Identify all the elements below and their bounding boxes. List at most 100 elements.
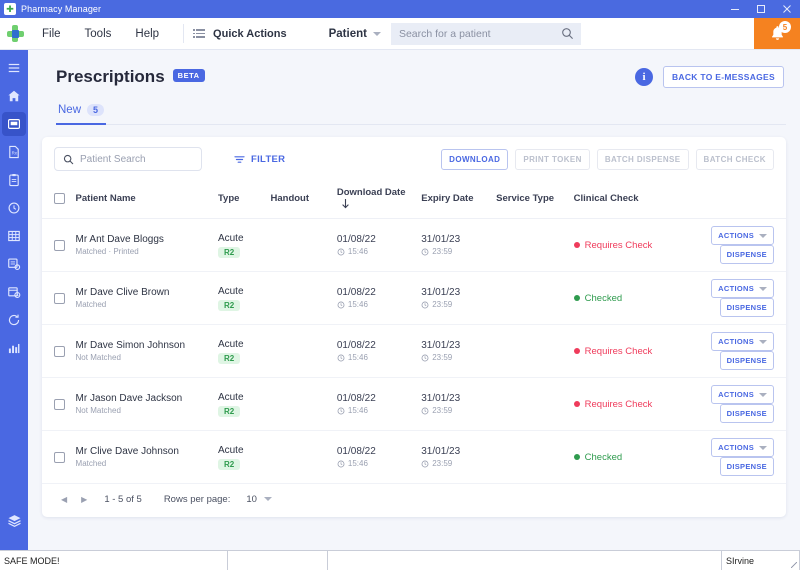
tab-new[interactable]: New 5 (56, 98, 107, 125)
notification-badge: 5 (779, 21, 791, 33)
row-select-cell (42, 218, 72, 272)
table-body: Mr Ant Dave Bloggs Matched · Printed Acute… (42, 218, 786, 484)
svg-text:Rx: Rx (12, 151, 18, 156)
sidebar-item-prescriptions[interactable]: Rx (2, 140, 26, 164)
sidebar-item-analytics[interactable] (2, 336, 26, 360)
menu-divider (183, 24, 185, 43)
search-icon (561, 27, 574, 40)
patient-search-field[interactable]: Search for a patient (390, 22, 581, 45)
row-checkbox[interactable] (54, 451, 65, 463)
actions-dropdown-button[interactable]: ACTIONS (711, 385, 774, 404)
column-clinical-check[interactable]: Clinical Check (569, 181, 672, 219)
notifications-button[interactable]: 5 (754, 18, 800, 49)
table-row[interactable]: Mr Jason Dave Jackson Not Matched Acute R2 0… (42, 377, 786, 431)
menu-item-tools[interactable]: Tools (73, 18, 124, 50)
search-icon (63, 154, 74, 165)
sidebar-item-layers[interactable] (2, 508, 26, 532)
row-checkbox[interactable] (54, 345, 65, 357)
actions-dropdown-button[interactable]: ACTIONS (711, 332, 774, 351)
batch-dispense-button[interactable]: BATCH DISPENSE (596, 148, 689, 170)
download-time: 15:46 (347, 459, 368, 468)
patient-scope-dropdown[interactable]: Patient (319, 22, 391, 46)
previous-page-button[interactable]: ◀ (58, 495, 70, 504)
column-patient-name[interactable]: Patient Name (71, 181, 214, 219)
maximize-button[interactable] (748, 0, 774, 18)
hamburger-menu-icon (8, 63, 20, 73)
row-select-cell (42, 324, 72, 378)
cell-handout (266, 271, 333, 325)
batch-check-button[interactable]: BATCH CHECK (695, 148, 774, 170)
select-all-checkbox[interactable] (54, 193, 65, 204)
resize-grip-icon[interactable] (791, 562, 797, 568)
status-bar: SAFE MODE! SIrvine (0, 550, 800, 570)
print-token-button[interactable]: PRINT TOKEN (515, 148, 590, 170)
dispense-button[interactable]: DISPENSE (719, 298, 774, 317)
rx-badge: R2 (217, 246, 241, 258)
row-checkbox[interactable] (54, 398, 65, 410)
row-checkbox[interactable] (54, 239, 65, 251)
expiry-date: 31/01/23 (421, 340, 461, 351)
tab-bar: New 5 (42, 88, 786, 125)
sidebar-item-grid[interactable] (2, 224, 26, 248)
table-row[interactable]: Mr Ant Dave Bloggs Matched · Printed Acute… (42, 218, 786, 272)
chevron-down-icon (759, 339, 767, 344)
sidebar-item-schedule[interactable] (2, 280, 26, 304)
menu-item-file[interactable]: File (30, 18, 73, 50)
sidebar-item-menu[interactable] (2, 56, 26, 80)
clock-icon (421, 301, 429, 309)
table-row[interactable]: Mr Clive Dave Johnson Matched Acute R2 01/08… (42, 430, 786, 484)
rows-per-page-select[interactable]: 10 (246, 494, 272, 505)
info-icon[interactable]: i (634, 68, 653, 86)
dispense-button[interactable]: DISPENSE (719, 245, 774, 264)
menu-item-help[interactable]: Help (123, 18, 171, 50)
patient-match-status: Matched · Printed (75, 247, 139, 256)
column-handout[interactable]: Handout (266, 181, 333, 219)
sidebar-item-refresh[interactable] (2, 308, 26, 332)
clinical-check-status: Checked (584, 451, 623, 463)
sidebar-item-clock[interactable] (2, 196, 26, 220)
next-page-button[interactable]: ▶ (78, 495, 90, 504)
patient-match-status: Matched (75, 300, 107, 309)
rx-badge: R2 (217, 458, 241, 470)
expiry-time: 23:59 (432, 300, 453, 309)
cell-expiry-date: 31/01/23 23:59 (417, 271, 493, 325)
table-row[interactable]: Mr Dave Clive Brown Matched Acute R2 01/08/2… (42, 271, 786, 325)
column-type[interactable]: Type (213, 181, 267, 219)
row-checkbox[interactable] (54, 292, 65, 304)
dispense-button[interactable]: DISPENSE (719, 351, 774, 370)
close-button[interactable] (774, 0, 800, 18)
row-select-cell (42, 271, 72, 325)
table-row[interactable]: Mr Dave Simon Johnson Not Matched Acute R2 0… (42, 324, 786, 378)
clock-icon (337, 354, 345, 362)
sidebar-item-clipboard[interactable] (2, 168, 26, 192)
actions-dropdown-button[interactable]: ACTIONS (711, 226, 774, 245)
sidebar-item-home[interactable] (2, 84, 26, 108)
clinical-check-status: Requires Check (584, 239, 653, 251)
column-download-date[interactable]: Download Date (332, 181, 418, 219)
cell-expiry-date: 31/01/23 23:59 (417, 324, 493, 378)
column-expiry-date[interactable]: Expiry Date (417, 181, 493, 219)
cell-handout (266, 324, 333, 378)
actions-dropdown-button[interactable]: ACTIONS (711, 279, 774, 298)
app-icon: ✚ (4, 3, 16, 15)
sidebar-item-reports[interactable] (2, 252, 26, 276)
download-button[interactable]: DOWNLOAD (441, 148, 509, 170)
list-icon (193, 29, 206, 38)
select-all-header (42, 181, 72, 219)
back-to-e-messages-button[interactable]: BACK TO E-MESSAGES (662, 66, 784, 88)
expiry-time: 23:59 (432, 459, 453, 468)
filter-button[interactable]: FILTER (220, 149, 299, 170)
patient-search-placeholder: Search for a patient (398, 27, 491, 40)
column-service-type[interactable]: Service Type (492, 181, 570, 219)
minimize-button[interactable] (722, 0, 748, 18)
status-safe-mode: SAFE MODE! (0, 551, 228, 570)
dispense-button[interactable]: DISPENSE (719, 457, 774, 476)
actions-dropdown-button[interactable]: ACTIONS (711, 438, 774, 457)
column-actions (671, 181, 786, 219)
cell-row-actions: ACTIONS DISPENSE (671, 218, 786, 272)
sidebar-item-messages[interactable] (2, 112, 26, 136)
cell-expiry-date: 31/01/23 23:59 (417, 377, 493, 431)
quick-actions-button[interactable]: Quick Actions (192, 22, 299, 46)
dispense-button[interactable]: DISPENSE (719, 404, 774, 423)
search-input[interactable]: Patient Search (54, 147, 202, 171)
